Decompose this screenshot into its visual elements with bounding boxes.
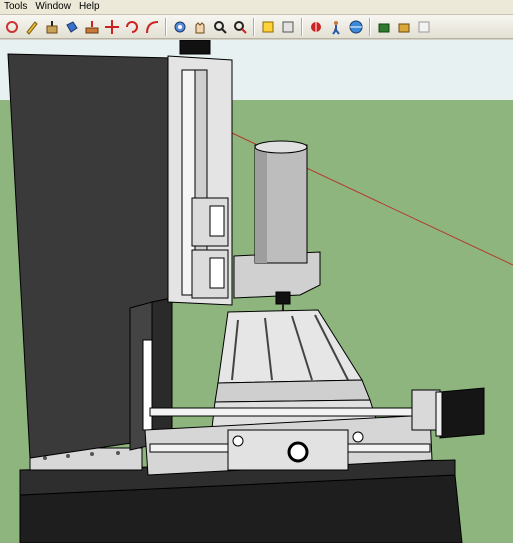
extension-icon [416, 19, 432, 35]
pencil-button[interactable] [22, 17, 41, 37]
walk-button[interactable] [326, 17, 345, 37]
paint-bucket-button[interactable] [62, 17, 81, 37]
component-button[interactable] [278, 17, 297, 37]
zoom-extents-button[interactable] [230, 17, 249, 37]
toolbar-separator [165, 17, 167, 36]
menu-bar: Tools Window Help [0, 0, 513, 15]
zoom-icon [212, 19, 228, 35]
pan-icon [192, 19, 208, 35]
component-icon [280, 19, 296, 35]
pencil-icon [24, 19, 40, 35]
push-pull-button[interactable] [42, 17, 61, 37]
machine-column [7, 53, 173, 459]
rotate-icon [4, 19, 20, 35]
walk-icon [328, 19, 344, 35]
paint-bucket-icon [64, 19, 80, 35]
offset-icon [144, 19, 160, 35]
move-icon [104, 19, 120, 35]
follow-me-button[interactable] [82, 17, 101, 37]
section-plane-icon [260, 19, 276, 35]
push-pull-icon [44, 19, 60, 35]
toolbar-separator [253, 17, 255, 36]
sketchup-window: Tools Window Help [0, 0, 513, 543]
menu-tools[interactable]: Tools [0, 0, 31, 14]
3d-warehouse-button[interactable] [374, 17, 393, 37]
share-model-button[interactable] [394, 17, 413, 37]
rotate-button[interactable] [2, 17, 21, 37]
main-toolbar [0, 15, 513, 39]
rotate-arrows-icon [124, 19, 140, 35]
orbit-icon [172, 19, 188, 35]
3d-warehouse-icon [376, 19, 392, 35]
share-model-icon [396, 19, 412, 35]
pan-button[interactable] [190, 17, 209, 37]
orbit-button[interactable] [170, 17, 189, 37]
model-scene[interactable] [0, 40, 513, 543]
add-location-icon [308, 19, 324, 35]
follow-me-icon [84, 19, 100, 35]
move-button[interactable] [102, 17, 121, 37]
menu-help[interactable]: Help [75, 0, 104, 14]
menu-window[interactable]: Window [31, 0, 75, 14]
rotate-arrows-button[interactable] [122, 17, 141, 37]
globe-icon [348, 19, 364, 35]
section-plane-button[interactable] [258, 17, 277, 37]
zoom-extents-icon [232, 19, 248, 35]
globe-button[interactable] [346, 17, 365, 37]
zoom-button[interactable] [210, 17, 229, 37]
z-axis-carriage [167, 40, 233, 306]
toolbar-separator [369, 17, 371, 36]
extension-button[interactable] [414, 17, 433, 37]
toolbar-separator [301, 17, 303, 36]
add-location-button[interactable] [306, 17, 325, 37]
3d-viewport[interactable] [0, 40, 513, 543]
offset-button[interactable] [142, 17, 161, 37]
